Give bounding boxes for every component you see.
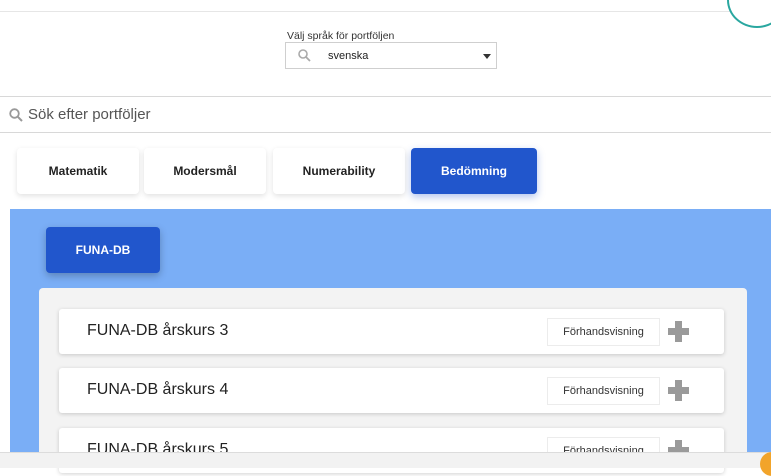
tab-matematik[interactable]: Matematik (17, 148, 139, 194)
language-value: svenska (328, 50, 369, 62)
help-badge[interactable] (760, 452, 771, 476)
bottom-bar (0, 452, 771, 468)
tab-modersmal[interactable]: Modersmål (144, 148, 266, 194)
plus-icon[interactable] (668, 321, 689, 342)
list-item: FUNA-DB årskurs 3 Förhandsvisning (59, 309, 724, 354)
portfolio-search[interactable]: Sök efter portföljer (0, 96, 771, 133)
profile-circle[interactable] (727, 0, 771, 28)
search-placeholder: Sök efter portföljer (28, 106, 151, 123)
item-title: FUNA-DB årskurs 4 (87, 381, 229, 398)
preview-button[interactable]: Förhandsvisning (547, 377, 660, 405)
plus-icon[interactable] (668, 380, 689, 401)
tab-bedomning[interactable]: Bedömning (411, 148, 537, 194)
language-select[interactable]: svenska (285, 42, 497, 69)
preview-button[interactable]: Förhandsvisning (547, 318, 660, 346)
funa-db-button[interactable]: FUNA-DB (46, 227, 160, 273)
search-icon (9, 108, 23, 127)
list-item: FUNA-DB årskurs 4 Förhandsvisning (59, 368, 724, 413)
chevron-down-icon (483, 54, 491, 59)
item-title: FUNA-DB årskurs 3 (87, 322, 229, 339)
language-label: Välj språk för portföljen (287, 30, 395, 42)
search-icon (298, 49, 311, 67)
tab-numerability[interactable]: Numerability (273, 148, 405, 194)
top-divider (0, 0, 771, 12)
